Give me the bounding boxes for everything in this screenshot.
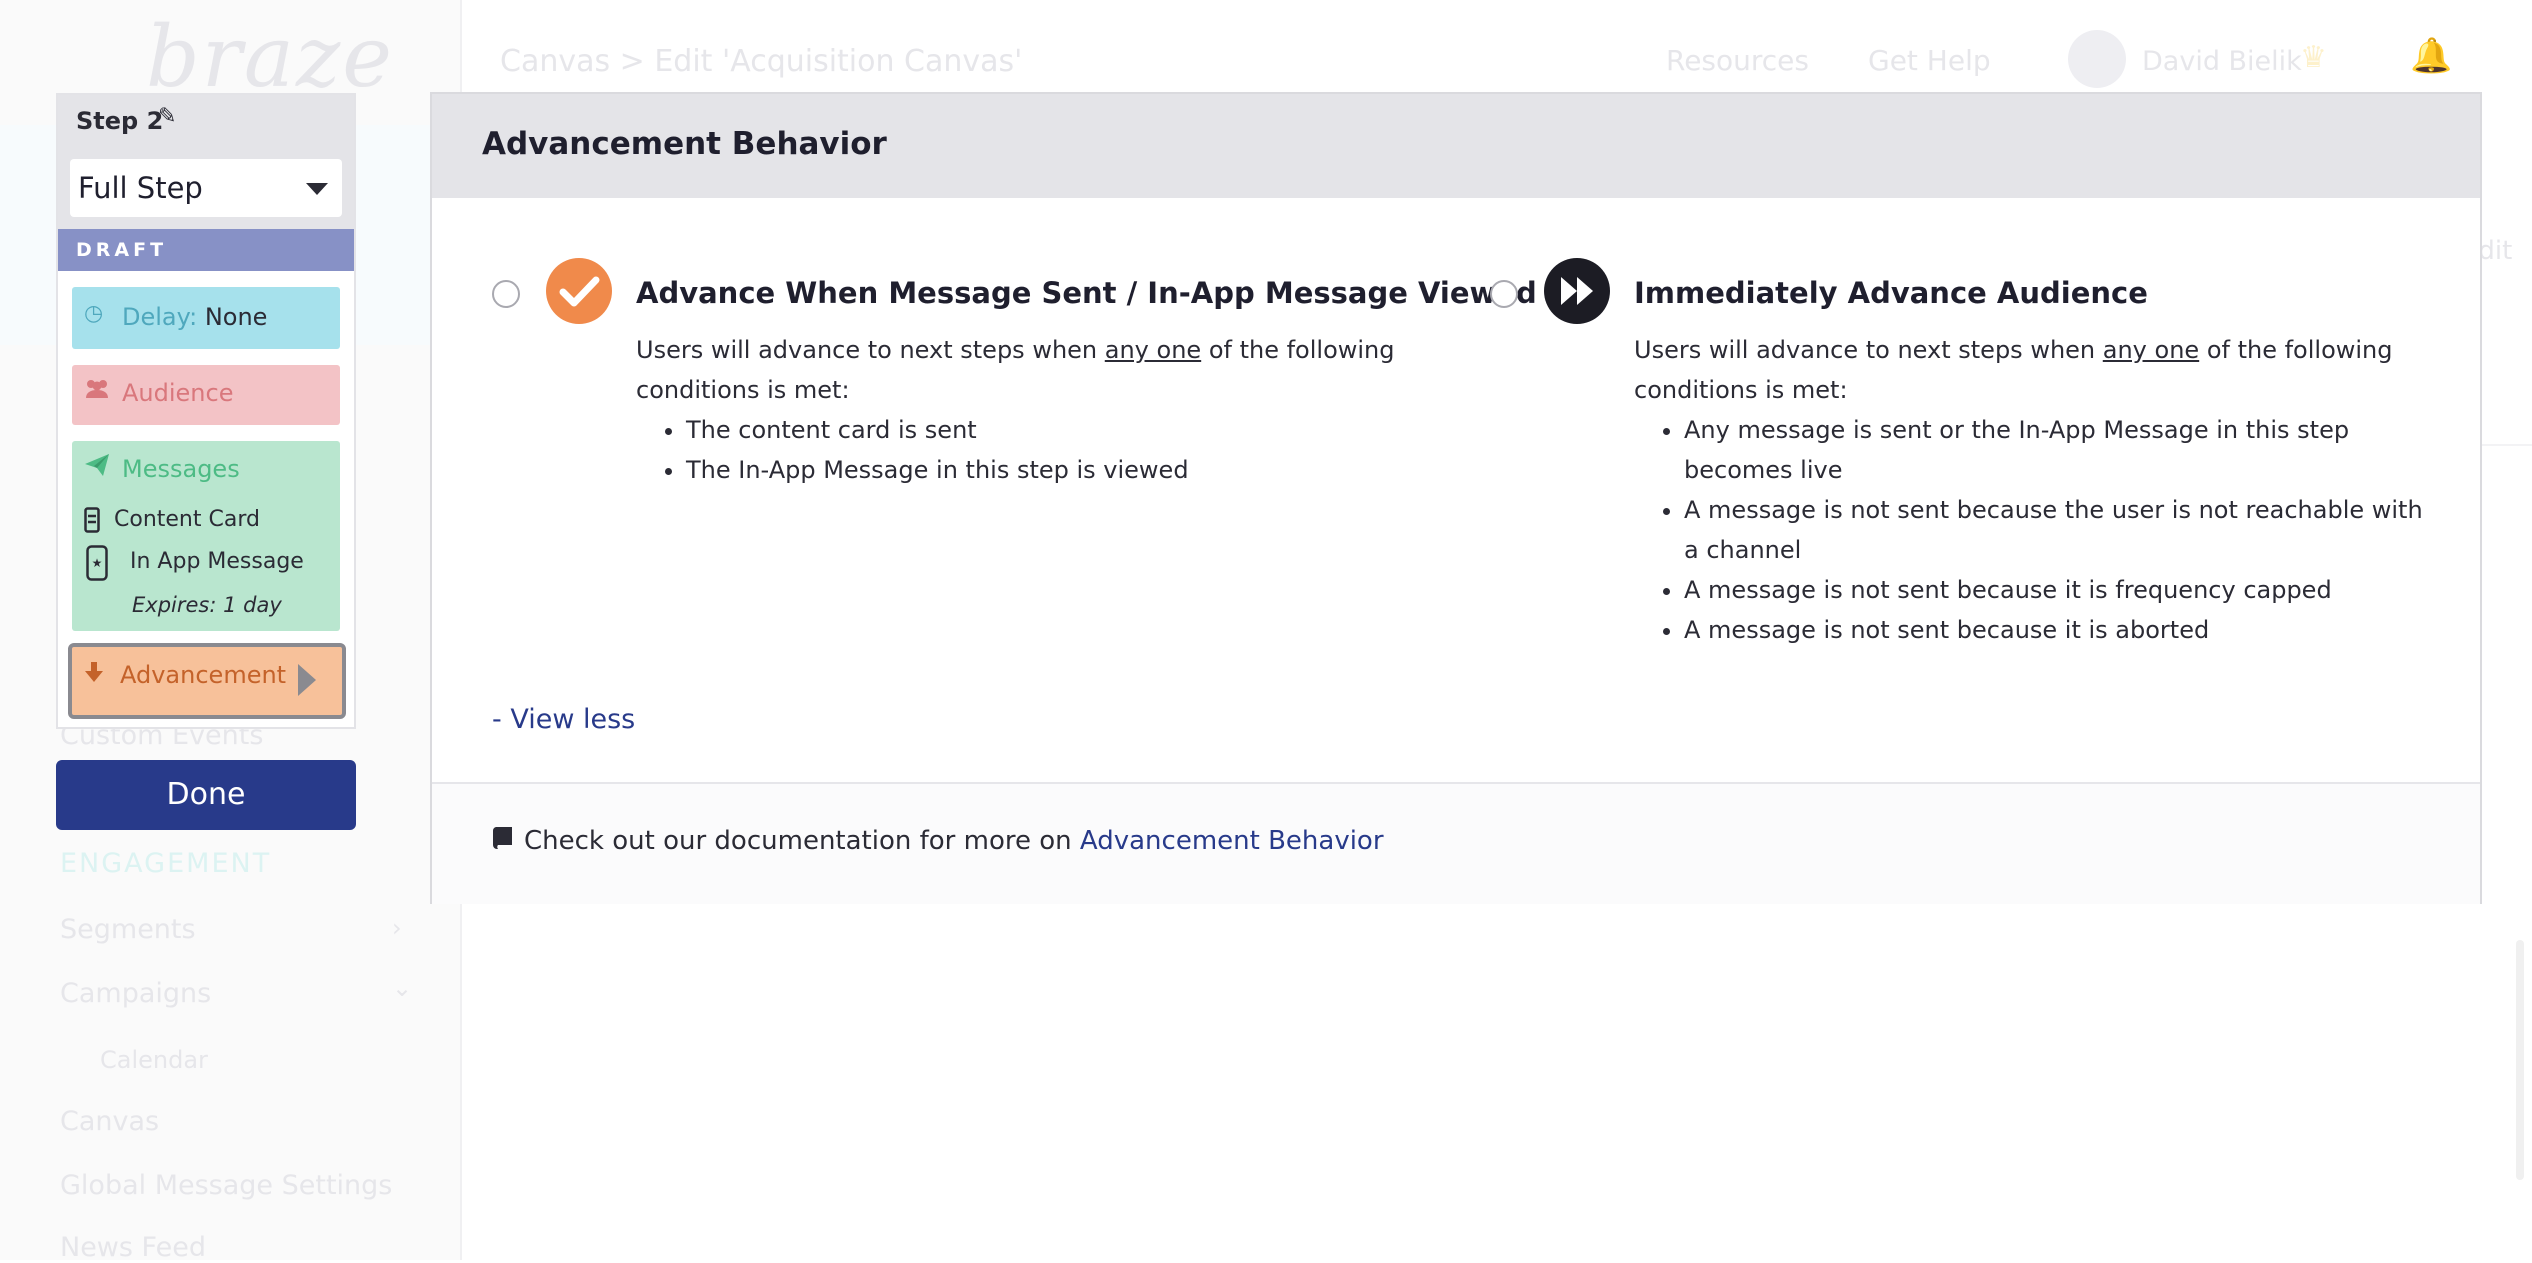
modal-footer: Check out our documentation for more on … — [432, 782, 2480, 904]
view-less-link[interactable]: - View less — [492, 704, 635, 735]
immediately-advance-description: Users will advance to next steps when an… — [1634, 336, 2393, 404]
advancement-pointer — [298, 664, 316, 696]
audience-component[interactable]: Audience — [72, 365, 340, 425]
messages-component[interactable]: Messages Content Card ★ In App Message E… — [72, 441, 340, 631]
fast-forward-icon — [1544, 258, 1610, 324]
get-help-link: Get Help — [1868, 44, 1991, 77]
in-app-message-label: In App Message — [130, 549, 304, 574]
step-card: Step 2 ✎ Full Step DRAFT ◷ Delay: None A… — [56, 93, 356, 729]
check-icon — [546, 258, 612, 324]
nav-engagement-heading: ENGAGEMENT — [60, 848, 272, 879]
step-type-value: Full Step — [78, 171, 203, 205]
nav-calendar: Calendar — [100, 1046, 208, 1074]
arrow-down-icon — [84, 661, 104, 689]
clock-icon: ◷ — [84, 301, 104, 326]
nav-news-feed: News Feed — [60, 1232, 206, 1263]
mobile-phone-icon: ★ — [86, 545, 108, 587]
chevron-down-icon: ⌄ — [392, 974, 413, 1002]
braze-logo: braze — [146, 8, 394, 106]
user-name: David Bielik — [2142, 46, 2302, 77]
delay-label: Delay: None — [122, 303, 268, 331]
chevron-right-icon: › — [392, 914, 402, 942]
breadcrumb: Canvas > Edit 'Acquisition Canvas' — [500, 44, 1023, 79]
list-item: The In-App Message in this step is viewe… — [686, 450, 1446, 490]
avatar — [2068, 30, 2126, 88]
immediately-advance-conditions: Any message is sent or the In-App Messag… — [1634, 410, 2444, 650]
status-badge: DRAFT — [58, 229, 354, 271]
step-title[interactable]: Step 2 — [76, 107, 163, 135]
modal-header: Advancement Behavior — [432, 94, 2480, 198]
advancement-behavior-modal: Advancement Behavior Advance When Messag… — [430, 92, 2482, 904]
delay-component[interactable]: ◷ Delay: None — [72, 287, 340, 349]
messages-label: Messages — [122, 455, 240, 483]
expires-text: Expires: 1 day — [132, 593, 282, 617]
nav-campaigns: Campaigns — [60, 978, 212, 1009]
nav-global-message-settings: Global Message Settings — [60, 1170, 393, 1201]
list-item: The content card is sent — [686, 410, 1446, 450]
content-card-label: Content Card — [114, 507, 260, 532]
advance-when-sent-description: Users will advance to next steps when an… — [636, 336, 1395, 404]
pencil-icon[interactable]: ✎ — [158, 104, 176, 129]
step-type-select[interactable]: Full Step — [70, 159, 342, 217]
list-item: A message is not sent because the user i… — [1684, 490, 2444, 570]
immediately-advance-title[interactable]: Immediately Advance Audience — [1634, 276, 2148, 310]
nav-canvas: Canvas — [60, 1106, 160, 1137]
nav-segments: Segments — [60, 914, 196, 945]
footer-text: Check out our documentation for more on … — [524, 826, 1384, 856]
list-item: A message is not sent because it is abor… — [1684, 610, 2444, 650]
scrollbar — [2516, 940, 2524, 1180]
step-header: Step 2 ✎ Full Step — [58, 95, 354, 229]
svg-text:★: ★ — [92, 556, 103, 570]
book-icon — [492, 826, 514, 857]
advance-when-sent-radio[interactable] — [492, 280, 520, 308]
list-item: A message is not sent because it is freq… — [1684, 570, 2444, 610]
paper-plane-icon — [84, 453, 110, 483]
bell-icon: 🔔 — [2410, 36, 2453, 76]
advancement-label: Advancement — [120, 661, 287, 689]
advancement-behavior-doc-link[interactable]: Advancement Behavior — [1080, 826, 1384, 856]
crown-icon: ♛ — [2300, 40, 2327, 75]
caret-down-icon — [306, 183, 328, 195]
users-icon — [84, 378, 110, 406]
resources-link: Resources — [1666, 44, 1809, 77]
immediately-advance-radio[interactable] — [1490, 280, 1518, 308]
done-button[interactable]: Done — [56, 760, 356, 830]
list-item: Any message is sent or the In-App Messag… — [1684, 410, 2444, 490]
content-card-icon — [84, 507, 100, 539]
modal-title: Advancement Behavior — [482, 126, 887, 162]
advance-when-sent-conditions: The content card is sent The In-App Mess… — [636, 410, 1446, 490]
delay-value: None — [204, 303, 268, 331]
advance-when-sent-title[interactable]: Advance When Message Sent / In-App Messa… — [636, 276, 1537, 310]
audience-label: Audience — [122, 379, 234, 407]
